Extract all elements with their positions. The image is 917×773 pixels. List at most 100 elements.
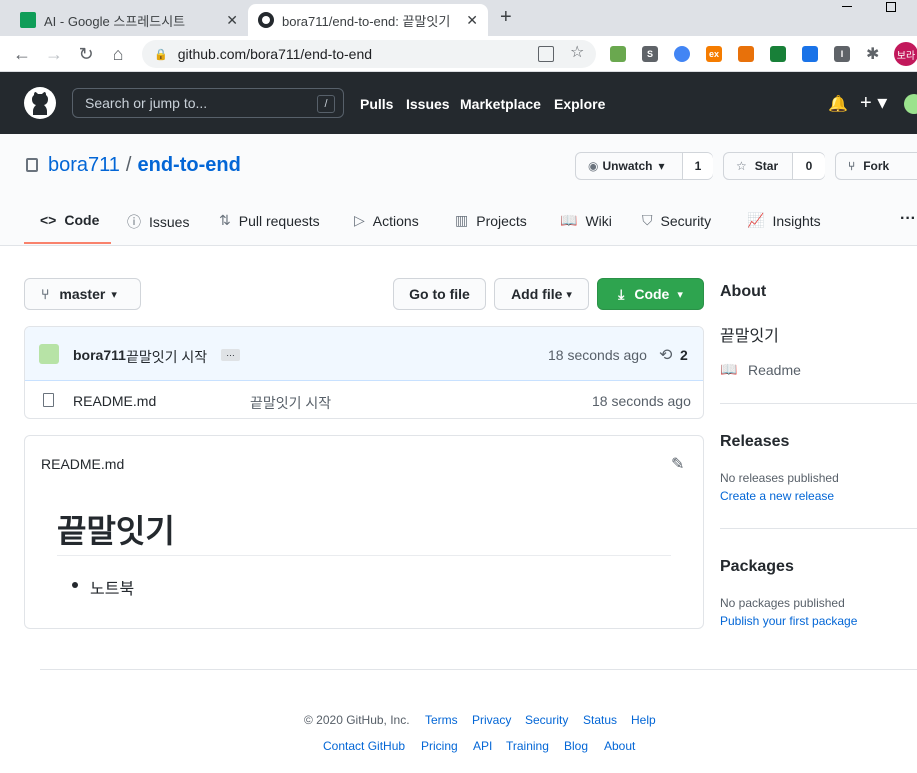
- browser-tab-sheets[interactable]: AI - Google 스프레드시트 ✕: [8, 4, 248, 36]
- tab-actions[interactable]: ▷ Actions: [354, 212, 419, 229]
- play-icon: ▷: [354, 212, 365, 228]
- create-new-icon[interactable]: + ▾: [860, 90, 887, 115]
- profile-avatar[interactable]: 보라: [894, 42, 917, 66]
- maximize-icon[interactable]: [886, 2, 896, 12]
- back-icon[interactable]: ←: [10, 42, 34, 66]
- browser-tab-github[interactable]: bora711/end-to-end: 끝말잇기 ✕: [248, 4, 488, 36]
- tab-insights[interactable]: 📈 Insights: [747, 212, 821, 229]
- bookmark-star-icon[interactable]: ☆: [570, 42, 584, 62]
- code-download-button[interactable]: ⤓ Code ▾: [597, 278, 704, 310]
- footer-link-contact[interactable]: Contact GitHub: [323, 739, 405, 753]
- download-icon: ⤓: [618, 285, 625, 302]
- footer-link-security[interactable]: Security: [525, 713, 568, 727]
- new-tab-icon[interactable]: +: [500, 6, 512, 29]
- edit-pencil-icon[interactable]: ✎: [671, 454, 684, 474]
- star-button[interactable]: ☆ Star 0: [723, 152, 825, 180]
- extension-icon[interactable]: [674, 46, 690, 62]
- extension-icon[interactable]: ex: [706, 46, 722, 62]
- footer-link-help[interactable]: Help: [631, 713, 656, 727]
- chevron-down-icon: ▾: [677, 288, 683, 301]
- close-tab-icon[interactable]: ✕: [466, 12, 478, 29]
- publish-package-link[interactable]: Publish your first package: [720, 614, 857, 628]
- add-file-button[interactable]: Add file ▾: [494, 278, 589, 310]
- extension-icon[interactable]: [802, 46, 818, 62]
- tab-wiki[interactable]: 📖 Wiki: [560, 212, 612, 229]
- about-description: 끝말잇기: [720, 328, 779, 345]
- footer-link-status[interactable]: Status: [583, 713, 617, 727]
- commit-author-link[interactable]: bora711: [73, 347, 126, 363]
- readme-link[interactable]: Readme: [748, 362, 801, 378]
- repo-name-link[interactable]: end-to-end: [137, 154, 240, 177]
- reload-icon[interactable]: ↻: [74, 42, 98, 66]
- packages-heading[interactable]: Packages: [720, 558, 794, 576]
- extension-icon[interactable]: [738, 46, 754, 62]
- extension-icon[interactable]: [770, 46, 786, 62]
- repo-owner-link[interactable]: bora711: [48, 154, 120, 177]
- more-tabs-icon[interactable]: ···: [900, 210, 916, 228]
- releases-heading[interactable]: Releases: [720, 433, 789, 451]
- footer-copyright: © 2020 GitHub, Inc.: [304, 713, 410, 727]
- slash-key-hint: /: [317, 95, 335, 113]
- footer-link-terms[interactable]: Terms: [425, 713, 458, 727]
- footer-link-pricing[interactable]: Pricing: [421, 739, 458, 753]
- create-release-link[interactable]: Create a new release: [720, 489, 834, 503]
- tab-label: Issues: [149, 214, 190, 230]
- sidebar-divider: [720, 528, 917, 529]
- translate-icon[interactable]: [538, 46, 554, 62]
- watch-count: 1: [682, 153, 713, 179]
- tab-security[interactable]: ⛉ Security: [642, 212, 711, 229]
- go-to-file-button[interactable]: Go to file: [393, 278, 486, 310]
- repo-icon: [26, 158, 38, 172]
- tab-label: Wiki: [585, 212, 612, 229]
- file-name-link[interactable]: README.md: [73, 393, 156, 409]
- author-avatar[interactable]: [39, 344, 59, 364]
- project-icon: ▥: [455, 212, 469, 228]
- list-bullet: [72, 582, 78, 588]
- tab-code[interactable]: <> Code: [40, 212, 99, 228]
- address-bar[interactable]: 🔒 github.com/bora711/end-to-end ☆: [142, 40, 596, 68]
- tab-issues[interactable]: ⓘ Issues: [127, 212, 189, 232]
- user-avatar[interactable]: [904, 94, 917, 114]
- nav-marketplace[interactable]: Marketplace: [460, 96, 541, 112]
- add-file-label: Add file: [511, 286, 563, 302]
- book-icon: 📖: [560, 212, 578, 228]
- history-icon[interactable]: ⟲: [659, 345, 672, 365]
- forward-icon[interactable]: →: [42, 42, 66, 66]
- home-icon[interactable]: ⌂: [106, 42, 130, 66]
- file-commit-message[interactable]: 끝말잇기 시작: [250, 393, 331, 413]
- extension-icon[interactable]: I: [834, 46, 850, 62]
- puzzle-icon[interactable]: ✱: [866, 44, 879, 64]
- tab-label: Security: [660, 212, 712, 229]
- footer-link-blog[interactable]: Blog: [564, 739, 588, 753]
- footer-link-about[interactable]: About: [604, 739, 635, 753]
- notification-bell-icon[interactable]: 🔔: [828, 94, 848, 114]
- tab-label: Pull requests: [238, 212, 320, 229]
- search-input[interactable]: Search or jump to... /: [72, 88, 344, 118]
- file-time: 18 seconds ago: [592, 393, 691, 409]
- commit-message-link[interactable]: 끝말잇기 시작: [126, 347, 207, 367]
- code-icon: <>: [40, 212, 57, 228]
- nav-explore[interactable]: Explore: [554, 96, 605, 112]
- extension-icon[interactable]: [610, 46, 626, 62]
- tab-projects[interactable]: ▥ Projects: [455, 212, 527, 229]
- browser-tab-bar: AI - Google 스프레드시트 ✕ bora711/end-to-end:…: [0, 0, 917, 36]
- repo-slash: /: [125, 154, 132, 176]
- commit-expand-button[interactable]: …: [221, 349, 240, 361]
- unwatch-button[interactable]: ◉ Unwatch ▾ 1: [575, 152, 713, 180]
- tab-pull-requests[interactable]: ⇅ Pull requests: [219, 212, 320, 229]
- minimize-icon[interactable]: [842, 6, 852, 7]
- commit-count[interactable]: 2: [680, 347, 688, 363]
- branch-select-button[interactable]: ⑂ master ▾: [24, 278, 141, 310]
- readme-heading: 끝말잇기: [57, 513, 175, 549]
- nav-pulls[interactable]: Pulls: [360, 96, 393, 112]
- footer-link-privacy[interactable]: Privacy: [472, 713, 511, 727]
- footer-link-training[interactable]: Training: [506, 739, 549, 753]
- close-tab-icon[interactable]: ✕: [226, 12, 238, 29]
- code-button-label: Code: [634, 286, 670, 302]
- chevron-down-icon: ▾: [111, 288, 117, 301]
- footer-link-api[interactable]: API: [473, 739, 492, 753]
- extension-icon[interactable]: S: [642, 46, 658, 62]
- github-logo-icon[interactable]: [24, 87, 56, 124]
- nav-issues[interactable]: Issues: [406, 96, 450, 112]
- fork-button[interactable]: ⑂ Fork: [835, 152, 917, 180]
